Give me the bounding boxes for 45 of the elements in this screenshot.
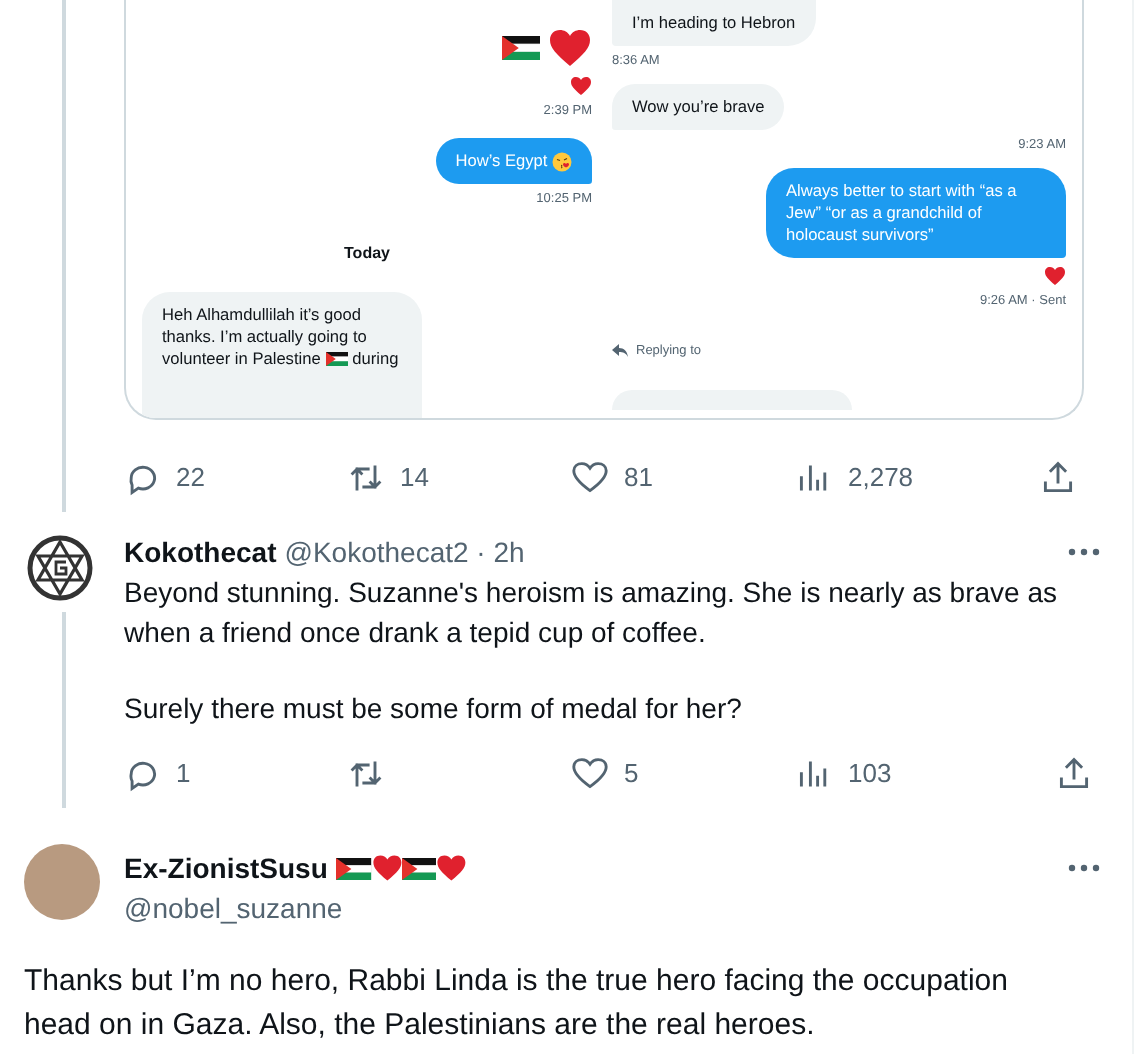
heart-icon: [548, 28, 592, 68]
views-count: 2,278: [848, 460, 914, 497]
views-count: 103: [848, 756, 892, 792]
like-count: 81: [624, 460, 653, 497]
user-handle: @nobel_suzanne: [124, 890, 345, 928]
palestine-flag-icon: [401, 857, 437, 879]
reply-count: 1: [176, 756, 191, 792]
message-bubble: Wow you’re brave: [612, 84, 785, 130]
user-handle: @Kokothecat2 · 2h: [284, 534, 525, 572]
retweet-icon[interactable]: [348, 460, 384, 496]
reply-icon[interactable]: [124, 460, 160, 496]
heart-icon: [1044, 266, 1066, 286]
heart-icon: [371, 854, 402, 882]
share-icon[interactable]: [1056, 756, 1092, 792]
message-bubble: How’s Egypt: [435, 138, 592, 184]
reply-icon[interactable]: [124, 756, 160, 792]
reply-count: 22: [176, 460, 205, 497]
user-name: Ex-ZionistSusu: [124, 850, 328, 888]
message-bubble: I’m heading to Hebron: [612, 0, 816, 46]
retweet-icon[interactable]: [348, 756, 384, 792]
views-icon[interactable]: [796, 756, 832, 792]
more-options-icon[interactable]: [1068, 548, 1100, 556]
heart-icon: [436, 854, 468, 882]
message-bubble: Heh Alhamdullilah it’s good thanks. I’m actually going to volunteer in Palestine during: [142, 292, 422, 418]
retweet-count: 14: [400, 460, 429, 497]
heart-icon: [570, 76, 592, 96]
palestine-flag-icon: [501, 36, 540, 60]
views-icon[interactable]: [796, 460, 832, 496]
like-icon[interactable]: [572, 460, 608, 496]
star-of-david-avatar: [24, 532, 96, 604]
share-icon[interactable]: [1040, 460, 1076, 496]
message-bubble: Always better to start with “as a Jew” “or as a grandchild of holocaust survivors”: [766, 168, 1066, 258]
like-count: 5: [624, 756, 639, 792]
user-name: Kokothecat: [124, 534, 277, 572]
tweet-text: Surely there must be some form of medal for her?: [124, 690, 744, 728]
tweet-text: Thanks but I’m no hero, Rabbi Linda is the true hero facing the occupation head on in Gaza. Also, the Palestinians are the real heroes.: [22, 962, 1010, 1046]
more-options-icon[interactable]: [1068, 864, 1100, 872]
tweet-text: Beyond stunning. Suzanne's heroism is amazing. She is nearly as brave as when a friend once drank a tepid cup of coffee.: [124, 574, 1059, 652]
palestine-flag-icon: [335, 857, 371, 879]
kissing-face-icon: [552, 151, 572, 172]
reply-arrow-icon: [612, 344, 628, 358]
photo-placeholder: [24, 844, 100, 920]
date-divider: Today: [344, 242, 390, 264]
like-icon[interactable]: [572, 756, 608, 792]
palestine-flag-icon: [325, 352, 348, 367]
